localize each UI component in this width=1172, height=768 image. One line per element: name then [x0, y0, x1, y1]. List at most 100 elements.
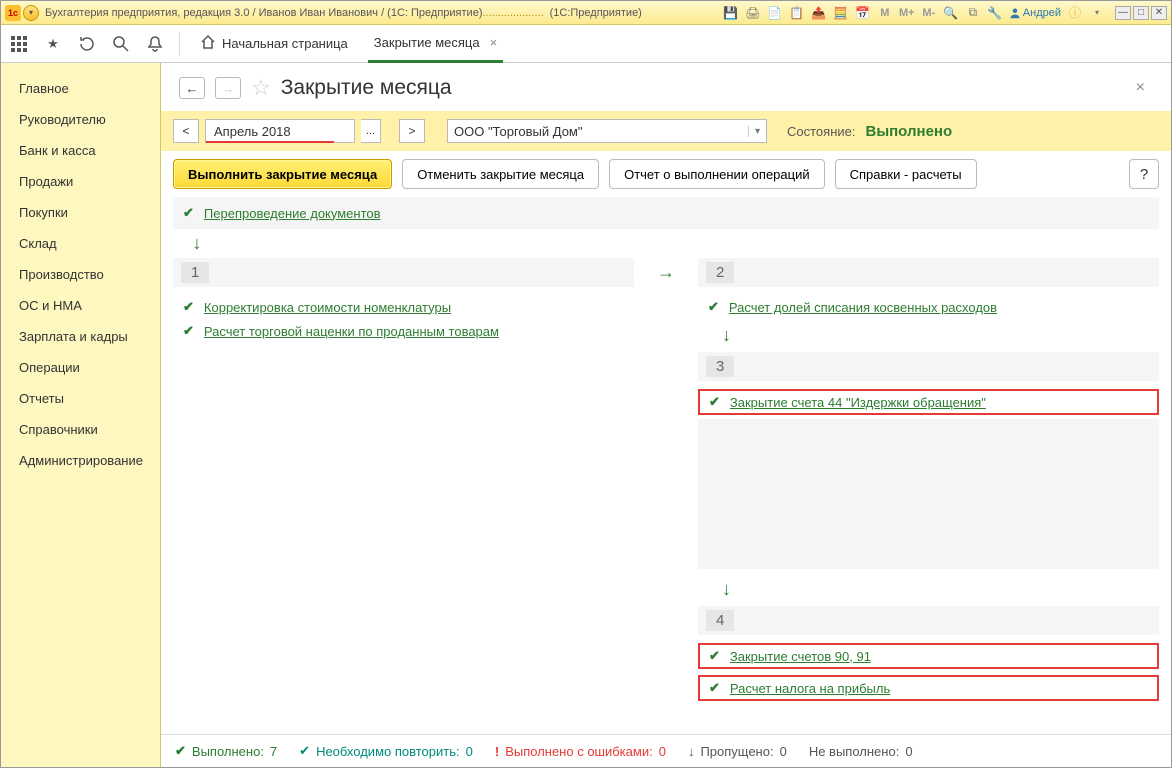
main-content: ← → ☆ Закрытие месяца × < Апрель 2018 ..… — [161, 63, 1171, 767]
sidebar-item-salary[interactable]: Зарплата и кадры — [1, 321, 160, 352]
tab-start-page[interactable]: Начальная страница — [194, 25, 354, 63]
favorite-icon[interactable]: ★ — [43, 34, 63, 54]
tools-icon[interactable]: 🔧 — [987, 5, 1003, 21]
zoom-icon[interactable]: 🔍 — [943, 5, 959, 21]
task-indirect-costs-link[interactable]: Расчет долей списания косвенных расходов — [729, 300, 997, 315]
period-next-button[interactable]: > — [399, 119, 425, 143]
info-icon[interactable]: ⓘ — [1067, 5, 1083, 21]
sidebar-item-operations[interactable]: Операции — [1, 352, 160, 383]
operations-report-button[interactable]: Отчет о выполнении операций — [609, 159, 825, 189]
check-icon: ✔ — [183, 299, 194, 315]
m-icon[interactable]: M — [877, 5, 893, 21]
window-icon[interactable]: ⧉ — [965, 5, 981, 21]
status-errors: ! Выполнено с ошибками: 0 — [495, 744, 666, 759]
tab-closing-month[interactable]: Закрытие месяца × — [368, 25, 503, 63]
sidebar-item-manager[interactable]: Руководителю — [1, 104, 160, 135]
cancel-closing-button[interactable]: Отменить закрытие месяца — [402, 159, 599, 189]
execute-closing-button[interactable]: Выполнить закрытие месяца — [173, 159, 392, 189]
task-close-account-44-link[interactable]: Закрытие счета 44 "Издержки обращения" — [730, 395, 986, 410]
sidebar-item-admin[interactable]: Администрирование — [1, 445, 160, 476]
sidebar-item-catalogs[interactable]: Справочники — [1, 414, 160, 445]
close-button[interactable]: ✕ — [1151, 6, 1167, 20]
action-bar: Выполнить закрытие месяца Отменить закры… — [161, 151, 1171, 197]
sidebar-item-production[interactable]: Производство — [1, 259, 160, 290]
help-button[interactable]: ? — [1129, 159, 1159, 189]
history-icon[interactable] — [77, 34, 97, 54]
top-toolbar: ★ Начальная страница Закрытие месяца × — [1, 25, 1171, 63]
workflow-content: ✔ Перепроведение документов ↓ 1 ✔ Коррек… — [161, 197, 1171, 734]
task-close-90-91-link[interactable]: Закрытие счетов 90, 91 — [730, 649, 871, 664]
apps-grid-icon[interactable] — [9, 34, 29, 54]
sidebar-item-main[interactable]: Главное — [1, 73, 160, 104]
dropdown-arrow-icon: ▾ — [748, 126, 760, 137]
check-icon: ✔ — [708, 299, 719, 315]
sidebar-item-sales[interactable]: Продажи — [1, 166, 160, 197]
task-row-highlighted: ✔ Закрытие счетов 90, 91 — [698, 643, 1159, 669]
status-errors-count: 0 — [659, 744, 666, 759]
status-skipped: ↓ Пропущено: 0 — [688, 744, 787, 759]
calc-icon[interactable]: 🧮 — [833, 5, 849, 21]
tab-close-icon[interactable]: × — [490, 35, 498, 50]
task-markup-calc-link[interactable]: Расчет торговой наценки по проданным тов… — [204, 324, 499, 339]
app-menu-dropdown[interactable]: ▾ — [23, 5, 39, 21]
maximize-button[interactable]: □ — [1133, 6, 1149, 20]
sidebar-item-reports[interactable]: Отчеты — [1, 383, 160, 414]
calendar-icon[interactable]: 📅 — [855, 5, 871, 21]
page-close-icon[interactable]: × — [1128, 75, 1153, 101]
stage-4-number: 4 — [706, 610, 734, 631]
organization-value: ООО "Торговый Дом" — [454, 124, 583, 139]
save-icon[interactable]: 💾 — [723, 5, 739, 21]
check-icon: ✔ — [709, 394, 720, 410]
sidebar-item-assets[interactable]: ОС и НМА — [1, 290, 160, 321]
window-buttons: — □ ✕ — [1115, 6, 1167, 20]
app-logo-icon: 1c — [5, 5, 21, 21]
period-picker-button[interactable]: ... — [361, 119, 381, 143]
sidebar-item-purchases[interactable]: Покупки — [1, 197, 160, 228]
current-user[interactable]: Андрей — [1009, 7, 1061, 19]
status-notdone: Не выполнено: 0 — [809, 744, 913, 759]
check-icon: ✔ — [183, 323, 194, 339]
export-icon[interactable]: 📤 — [811, 5, 827, 21]
control-bar: < Апрель 2018 ... > ООО "Торговый Дом" ▾… — [161, 111, 1171, 151]
m-plus-icon[interactable]: M+ — [899, 5, 915, 21]
references-button[interactable]: Справки - расчеты — [835, 159, 977, 189]
arrow-down-icon: ↓ — [187, 233, 207, 254]
sidebar-item-warehouse[interactable]: Склад — [1, 228, 160, 259]
organization-select[interactable]: ООО "Торговый Дом" ▾ — [447, 119, 767, 143]
arrow-right-icon: → — [657, 262, 675, 283]
minimize-button[interactable]: — — [1115, 6, 1131, 20]
reprovision-link[interactable]: Перепроведение документов — [204, 206, 381, 221]
period-input[interactable]: Апрель 2018 — [205, 119, 355, 143]
task-cost-correction-link[interactable]: Корректировка стоимости номенклатуры — [204, 300, 451, 315]
arrow-down-icon: ↓ — [722, 325, 742, 346]
print-icon[interactable]: 🖨 — [745, 5, 761, 21]
info-dropdown-icon[interactable]: ▾ — [1089, 5, 1105, 21]
nav-back-button[interactable]: ← — [179, 77, 205, 99]
clipboard-icon[interactable]: 📋 — [789, 5, 805, 21]
nav-forward-button[interactable]: → — [215, 77, 241, 99]
check-icon: ✔ — [183, 205, 194, 221]
search-icon[interactable] — [111, 34, 131, 54]
user-icon — [1009, 7, 1021, 19]
m-minus-icon[interactable]: M- — [921, 5, 937, 21]
check-icon: ✔ — [709, 648, 720, 664]
tab-closing-label: Закрытие месяца — [374, 35, 480, 50]
workflow-column-right: 2 ✔ Расчет долей списания косвенных расх… — [698, 258, 1159, 701]
sidebar: Главное Руководителю Банк и касса Продаж… — [1, 63, 161, 767]
bell-icon[interactable] — [145, 34, 165, 54]
stage-4-header: 4 — [698, 606, 1159, 635]
stage-3-header: 3 — [698, 352, 1159, 381]
status-value: Выполнено — [865, 123, 952, 140]
page-title: Закрытие месяца — [281, 76, 452, 100]
sidebar-item-bank[interactable]: Банк и касса — [1, 135, 160, 166]
period-prev-button[interactable]: < — [173, 119, 199, 143]
task-profit-tax-link[interactable]: Расчет налога на прибыль — [730, 681, 890, 696]
check-icon: ✔ — [175, 743, 186, 759]
status-done-label: Выполнено: — [192, 744, 264, 759]
status-repeat-label: Необходимо повторить: — [316, 744, 460, 759]
favorite-star-icon[interactable]: ☆ — [251, 75, 271, 101]
empty-stage-area — [698, 419, 1159, 569]
period-value: Апрель 2018 — [214, 124, 291, 139]
doc-icon[interactable]: 📄 — [767, 5, 783, 21]
skip-icon: ↓ — [688, 744, 695, 759]
